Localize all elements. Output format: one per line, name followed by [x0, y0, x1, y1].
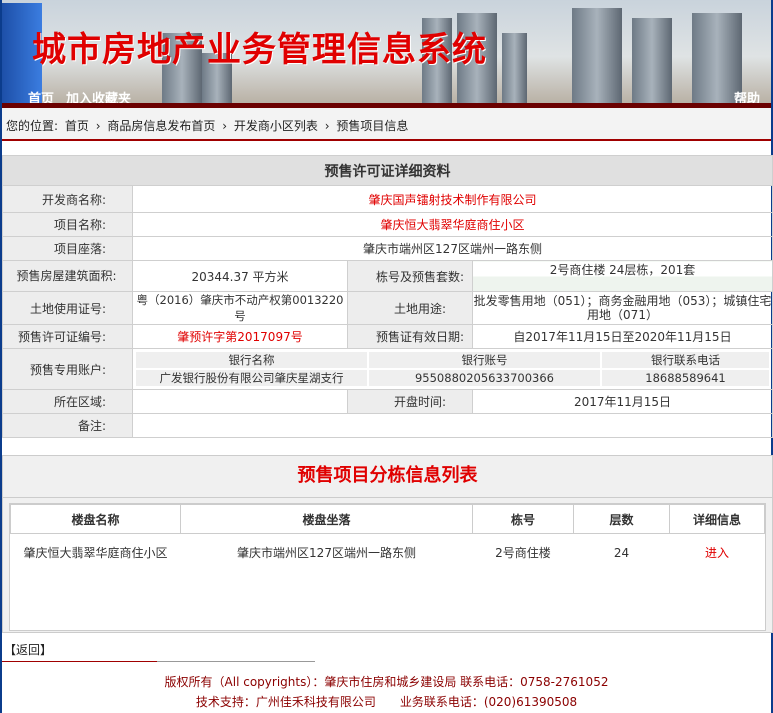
breadcrumb-sep: ›	[95, 119, 101, 133]
label: 预售许可证编号:	[2, 324, 133, 349]
breadcrumb: 您的位置: 首页 › 商品房信息发布首页 › 开发商小区列表 › 预售项目信息	[2, 108, 771, 141]
label: 预售专用账户:	[2, 348, 133, 390]
divider	[157, 661, 315, 662]
top-nav: 首页 加入收藏夹 帮助	[2, 88, 771, 103]
breadcrumb-release-home[interactable]: 商品房信息发布首页	[107, 119, 215, 133]
bank-account-table: 银行名称 银行账号 银行联系电话 广发银行股份有限公司肇庆星湖支行 955088020…	[134, 350, 771, 388]
nav-help[interactable]: 帮助	[734, 88, 760, 103]
nav-favorites[interactable]: 加入收藏夹	[66, 88, 131, 103]
permit-detail-title: 预售许可证详细资料	[2, 155, 773, 186]
label: 栋号及预售套数:	[347, 260, 473, 292]
label: 备注:	[2, 413, 133, 438]
buildings-panel: 预售项目分栋信息列表 楼盘名称 楼盘坐落 栋号 层数 详细信息 肇庆恒大翡翠华庭商住小区…	[2, 455, 773, 633]
building-units: 2号商住楼 24层栋，201套	[472, 260, 773, 292]
presale-area: 20344.37 平方米	[132, 260, 348, 292]
label: 所在区域:	[2, 389, 133, 414]
land-use: 批发零售用地（051）；商务金融用地（053）；城镇住宅用地（071）	[472, 291, 773, 325]
table-row: 肇庆恒大翡翠华庭商住小区 肇庆市端州区127区端州一路东侧 2号商住楼 24 进入	[11, 534, 765, 572]
floors: 24	[613, 545, 630, 560]
building-location: 肇庆市端州区127区端州一路东侧	[237, 546, 416, 561]
breadcrumb-home[interactable]: 首页	[65, 119, 89, 133]
bank-name: 广发银行股份有限公司肇庆星湖支行	[134, 368, 369, 388]
remark	[132, 413, 773, 438]
label: 预售房屋建筑面积:	[2, 260, 133, 292]
footer-copyright: 版权所有（All copyrights）：肇庆市住房和城乡建设局 联系电话：07…	[164, 675, 609, 689]
back-link[interactable]: 【返回】	[4, 641, 52, 658]
footer: 版权所有（All copyrights）：肇庆市住房和城乡建设局 联系电话：07…	[2, 672, 771, 712]
breadcrumb-developer-list[interactable]: 开发商小区列表	[234, 119, 318, 133]
site-title: 城市房地产业务管理信息系统	[32, 30, 487, 70]
developer-name: 肇庆国声镭射技术制作有限公司	[132, 185, 773, 213]
bank-header: 银行联系电话	[600, 350, 771, 370]
column-header: 楼盘名称	[10, 504, 181, 534]
divider	[2, 661, 157, 662]
bank-header: 银行账号	[367, 350, 602, 370]
valid-period: 自2017年11月15日至2020年11月15日	[472, 324, 773, 349]
open-date: 2017年11月15日	[472, 389, 773, 414]
label: 项目座落:	[2, 236, 133, 261]
column-header: 栋号	[472, 504, 574, 534]
land-cert-no: 粤（2016）肇庆市不动产权第0013220号	[132, 291, 348, 325]
label: 预售证有效日期:	[347, 324, 473, 349]
breadcrumb-sep: ›	[222, 119, 228, 133]
breadcrumb-current: 预售项目信息	[336, 119, 409, 133]
buildings-table: 楼盘名称 楼盘坐落 栋号 层数 详细信息 肇庆恒大翡翠华庭商住小区 肇庆市端州区127区端…	[10, 504, 765, 572]
column-header: 层数	[573, 504, 670, 534]
bank-phone: 18688589641	[600, 368, 771, 388]
label: 土地用途:	[347, 291, 473, 325]
permit-no: 肇预许字第2017097号	[132, 324, 348, 349]
nav-home[interactable]: 首页	[28, 88, 54, 103]
label: 土地使用证号:	[2, 291, 133, 325]
permit-detail-panel: 预售许可证详细资料 开发商名称: 肇庆国声镭射技术制作有限公司 项目名称: 肇庆恒大…	[2, 155, 773, 438]
label: 项目名称:	[2, 212, 133, 237]
breadcrumb-prefix: 您的位置:	[6, 119, 59, 133]
label: 开盘时间:	[347, 389, 473, 414]
project-location: 肇庆市端州区127区端州一路东侧	[132, 236, 773, 261]
building-no: 2号商住楼	[495, 546, 551, 561]
buildings-title: 预售项目分栋信息列表	[3, 456, 772, 498]
project-name: 肇庆恒大翡翠华庭商住小区	[132, 212, 773, 237]
district	[132, 389, 348, 414]
enter-link[interactable]: 进入	[670, 534, 765, 572]
label: 开发商名称:	[2, 185, 133, 213]
column-header: 楼盘坐落	[180, 504, 473, 534]
breadcrumb-sep: ›	[324, 119, 330, 133]
building-name: 肇庆恒大翡翠华庭商住小区	[23, 546, 168, 561]
bank-account: 9550880205633700366	[367, 368, 602, 388]
header-banner: 城市房地产业务管理信息系统 首页 加入收藏夹 帮助	[2, 0, 771, 103]
bank-header: 银行名称	[134, 350, 369, 370]
column-header: 详细信息	[669, 504, 765, 534]
footer-support: 技术支持：广州佳禾科技有限公司 业务联系电话：(020)61390508	[195, 695, 578, 709]
